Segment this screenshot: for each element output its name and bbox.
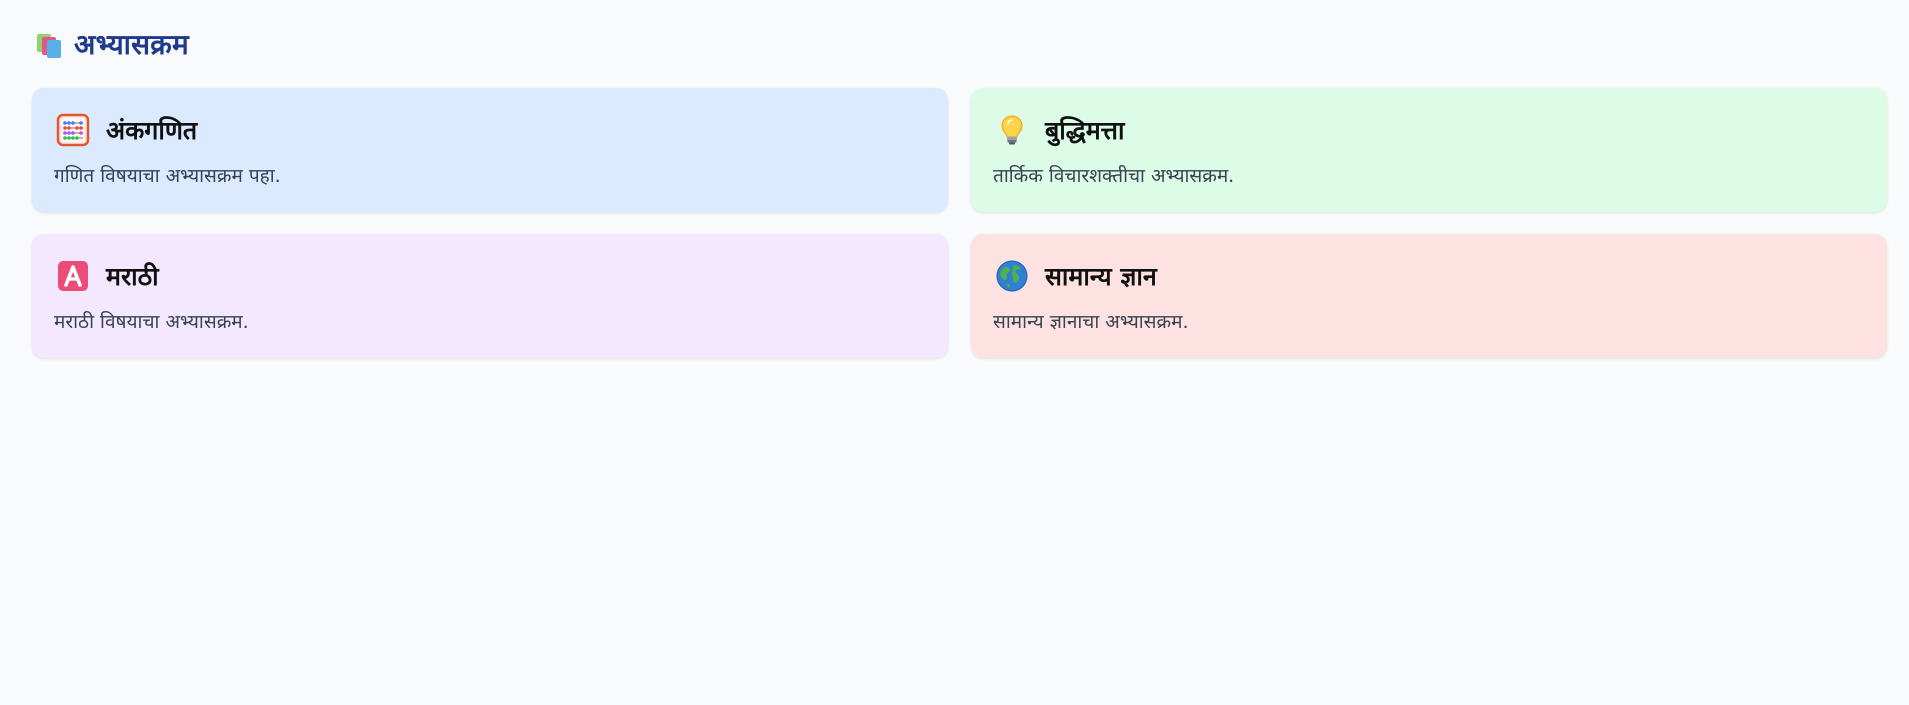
page-header: अभ्यासक्रम	[36, 26, 1887, 62]
card-description: मराठी विषयाचा अभ्यासक्रम.	[54, 311, 249, 333]
books-icon	[36, 30, 64, 58]
subject-card-marathi[interactable]: मराठी मराठी विषयाचा अभ्यासक्रम.	[32, 234, 948, 358]
syllabus-page: अभ्यासक्रम अंकगणित गणित विषयाचा अभ्यासक्…	[0, 0, 1909, 705]
card-header: बुद्धिमत्ता	[993, 110, 1865, 150]
card-header: सामान्य ज्ञान	[993, 256, 1865, 296]
card-title: अंकगणित	[106, 116, 198, 145]
card-header: अंकगणित	[54, 110, 926, 150]
letter-a-icon	[56, 259, 90, 293]
globe-icon	[995, 259, 1029, 293]
page-title: अभ्यासक्रम	[74, 28, 189, 61]
card-title: मराठी	[106, 262, 159, 291]
card-description: सामान्य ज्ञानाचा अभ्यासक्रम.	[993, 311, 1189, 333]
card-title: बुद्धिमत्ता	[1045, 116, 1125, 145]
lightbulb-icon	[995, 113, 1029, 147]
subject-card-arithmetic[interactable]: अंकगणित गणित विषयाचा अभ्यासक्रम पहा.	[32, 88, 948, 212]
subject-grid: अंकगणित गणित विषयाचा अभ्यासक्रम पहा. बुद…	[32, 88, 1887, 358]
subject-card-general-knowledge[interactable]: सामान्य ज्ञान सामान्य ज्ञानाचा अभ्यासक्र…	[971, 234, 1887, 358]
card-description: गणित विषयाचा अभ्यासक्रम पहा.	[54, 165, 281, 187]
abacus-icon	[56, 113, 90, 147]
card-title: सामान्य ज्ञान	[1045, 262, 1157, 291]
card-description: तार्किक विचारशक्तीचा अभ्यासक्रम.	[993, 165, 1235, 187]
card-header: मराठी	[54, 256, 926, 296]
subject-card-reasoning[interactable]: बुद्धिमत्ता तार्किक विचारशक्तीचा अभ्यासक…	[971, 88, 1887, 212]
